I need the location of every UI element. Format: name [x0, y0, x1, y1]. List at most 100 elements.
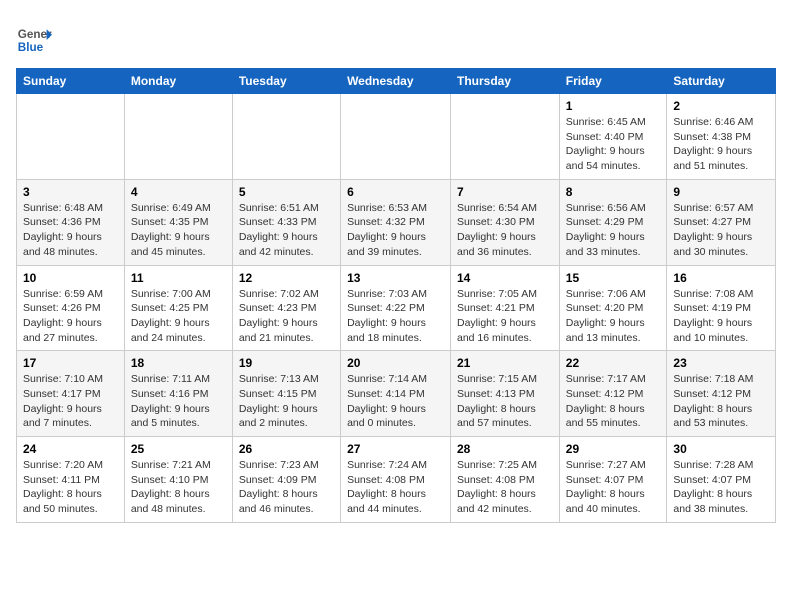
day-info: Sunrise: 6:45 AMSunset: 4:40 PMDaylight:… [566, 115, 661, 174]
calendar-cell: 11 Sunrise: 7:00 AMSunset: 4:25 PMDayligh… [124, 265, 232, 351]
day-number: 19 [239, 356, 334, 370]
calendar-cell: 27 Sunrise: 7:24 AMSunset: 4:08 PMDayligh… [341, 437, 451, 523]
calendar-cell: 13 Sunrise: 7:03 AMSunset: 4:22 PMDayligh… [341, 265, 451, 351]
day-number: 20 [347, 356, 444, 370]
day-number: 17 [23, 356, 118, 370]
day-info: Sunrise: 7:10 AMSunset: 4:17 PMDaylight:… [23, 372, 118, 431]
calendar-cell: 22 Sunrise: 7:17 AMSunset: 4:12 PMDayligh… [559, 351, 667, 437]
day-number: 2 [673, 99, 769, 113]
day-info: Sunrise: 7:24 AMSunset: 4:08 PMDaylight:… [347, 458, 444, 517]
weekday-header: Tuesday [232, 69, 340, 94]
day-info: Sunrise: 6:48 AMSunset: 4:36 PMDaylight:… [23, 201, 118, 260]
calendar-cell: 5 Sunrise: 6:51 AMSunset: 4:33 PMDaylight… [232, 179, 340, 265]
calendar-cell: 1Sunrise: 6:45 AMSunset: 4:40 PMDaylight… [559, 94, 667, 180]
calendar-cell: 6 Sunrise: 6:53 AMSunset: 4:32 PMDaylight… [341, 179, 451, 265]
day-number: 9 [673, 185, 769, 199]
calendar-cell: 7 Sunrise: 6:54 AMSunset: 4:30 PMDaylight… [451, 179, 560, 265]
logo: General Blue [16, 22, 52, 58]
day-info: Sunrise: 6:57 AMSunset: 4:27 PMDaylight:… [673, 201, 769, 260]
calendar-cell [341, 94, 451, 180]
day-number: 10 [23, 271, 118, 285]
calendar-cell: 15 Sunrise: 7:06 AMSunset: 4:20 PMDayligh… [559, 265, 667, 351]
day-info: Sunrise: 7:06 AMSunset: 4:20 PMDaylight:… [566, 287, 661, 346]
calendar-cell: 10 Sunrise: 6:59 AMSunset: 4:26 PMDayligh… [17, 265, 125, 351]
day-info: Sunrise: 7:25 AMSunset: 4:08 PMDaylight:… [457, 458, 553, 517]
day-info: Sunrise: 7:23 AMSunset: 4:09 PMDaylight:… [239, 458, 334, 517]
day-info: Sunrise: 7:03 AMSunset: 4:22 PMDaylight:… [347, 287, 444, 346]
day-number: 6 [347, 185, 444, 199]
day-info: Sunrise: 7:05 AMSunset: 4:21 PMDaylight:… [457, 287, 553, 346]
day-info: Sunrise: 6:59 AMSunset: 4:26 PMDaylight:… [23, 287, 118, 346]
calendar-cell: 14Sunrise: 7:05 AMSunset: 4:21 PMDayligh… [451, 265, 560, 351]
day-number: 28 [457, 442, 553, 456]
svg-text:Blue: Blue [18, 41, 44, 54]
day-info: Sunrise: 7:15 AMSunset: 4:13 PMDaylight:… [457, 372, 553, 431]
day-info: Sunrise: 6:53 AMSunset: 4:32 PMDaylight:… [347, 201, 444, 260]
day-info: Sunrise: 7:11 AMSunset: 4:16 PMDaylight:… [131, 372, 226, 431]
calendar-cell: 8Sunrise: 6:56 AMSunset: 4:29 PMDaylight… [559, 179, 667, 265]
calendar-week-row: 10 Sunrise: 6:59 AMSunset: 4:26 PMDayligh… [17, 265, 776, 351]
day-info: Sunrise: 7:21 AMSunset: 4:10 PMDaylight:… [131, 458, 226, 517]
page-header: General Blue [16, 16, 776, 58]
day-number: 22 [566, 356, 661, 370]
day-number: 25 [131, 442, 226, 456]
day-info: Sunrise: 7:00 AMSunset: 4:25 PMDaylight:… [131, 287, 226, 346]
weekday-header: Friday [559, 69, 667, 94]
weekday-header: Thursday [451, 69, 560, 94]
day-info: Sunrise: 7:17 AMSunset: 4:12 PMDaylight:… [566, 372, 661, 431]
day-info: Sunrise: 7:28 AMSunset: 4:07 PMDaylight:… [673, 458, 769, 517]
day-number: 27 [347, 442, 444, 456]
day-number: 5 [239, 185, 334, 199]
day-number: 29 [566, 442, 661, 456]
weekday-header: Wednesday [341, 69, 451, 94]
calendar-cell: 12 Sunrise: 7:02 AMSunset: 4:23 PMDayligh… [232, 265, 340, 351]
day-number: 8 [566, 185, 661, 199]
calendar-cell: 29 Sunrise: 7:27 AMSunset: 4:07 PMDayligh… [559, 437, 667, 523]
day-number: 21 [457, 356, 553, 370]
day-info: Sunrise: 7:02 AMSunset: 4:23 PMDaylight:… [239, 287, 334, 346]
day-number: 12 [239, 271, 334, 285]
calendar-cell: 17 Sunrise: 7:10 AMSunset: 4:17 PMDayligh… [17, 351, 125, 437]
calendar-cell: 23 Sunrise: 7:18 AMSunset: 4:12 PMDayligh… [667, 351, 776, 437]
calendar-week-row: 24 Sunrise: 7:20 AMSunset: 4:11 PMDayligh… [17, 437, 776, 523]
calendar-cell: 30 Sunrise: 7:28 AMSunset: 4:07 PMDayligh… [667, 437, 776, 523]
day-number: 4 [131, 185, 226, 199]
calendar-table: SundayMondayTuesdayWednesdayThursdayFrid… [16, 68, 776, 523]
calendar-cell: 16Sunrise: 7:08 AMSunset: 4:19 PMDayligh… [667, 265, 776, 351]
day-number: 7 [457, 185, 553, 199]
calendar-cell: 21 Sunrise: 7:15 AMSunset: 4:13 PMDayligh… [451, 351, 560, 437]
calendar-cell: 9 Sunrise: 6:57 AMSunset: 4:27 PMDaylight… [667, 179, 776, 265]
calendar-cell: 25 Sunrise: 7:21 AMSunset: 4:10 PMDayligh… [124, 437, 232, 523]
calendar-cell: 2 Sunrise: 6:46 AMSunset: 4:38 PMDaylight… [667, 94, 776, 180]
calendar-week-row: 17 Sunrise: 7:10 AMSunset: 4:17 PMDayligh… [17, 351, 776, 437]
day-info: Sunrise: 7:18 AMSunset: 4:12 PMDaylight:… [673, 372, 769, 431]
day-info: Sunrise: 6:51 AMSunset: 4:33 PMDaylight:… [239, 201, 334, 260]
day-number: 11 [131, 271, 226, 285]
calendar-cell [124, 94, 232, 180]
calendar-cell: 28 Sunrise: 7:25 AMSunset: 4:08 PMDayligh… [451, 437, 560, 523]
day-info: Sunrise: 7:27 AMSunset: 4:07 PMDaylight:… [566, 458, 661, 517]
weekday-header: Saturday [667, 69, 776, 94]
day-number: 26 [239, 442, 334, 456]
calendar-cell: 19 Sunrise: 7:13 AMSunset: 4:15 PMDayligh… [232, 351, 340, 437]
day-number: 30 [673, 442, 769, 456]
day-info: Sunrise: 7:14 AMSunset: 4:14 PMDaylight:… [347, 372, 444, 431]
day-info: Sunrise: 7:20 AMSunset: 4:11 PMDaylight:… [23, 458, 118, 517]
day-number: 24 [23, 442, 118, 456]
day-info: Sunrise: 6:54 AMSunset: 4:30 PMDaylight:… [457, 201, 553, 260]
day-number: 13 [347, 271, 444, 285]
day-number: 23 [673, 356, 769, 370]
calendar-cell: 26 Sunrise: 7:23 AMSunset: 4:09 PMDayligh… [232, 437, 340, 523]
calendar-cell: 3Sunrise: 6:48 AMSunset: 4:36 PMDaylight… [17, 179, 125, 265]
calendar-cell [17, 94, 125, 180]
calendar-cell: 4Sunrise: 6:49 AMSunset: 4:35 PMDaylight… [124, 179, 232, 265]
calendar-cell [232, 94, 340, 180]
logo-icon: General Blue [16, 22, 52, 58]
day-info: Sunrise: 7:08 AMSunset: 4:19 PMDaylight:… [673, 287, 769, 346]
day-number: 15 [566, 271, 661, 285]
calendar-week-row: 1Sunrise: 6:45 AMSunset: 4:40 PMDaylight… [17, 94, 776, 180]
day-info: Sunrise: 7:13 AMSunset: 4:15 PMDaylight:… [239, 372, 334, 431]
calendar-cell: 20 Sunrise: 7:14 AMSunset: 4:14 PMDayligh… [341, 351, 451, 437]
day-info: Sunrise: 6:46 AMSunset: 4:38 PMDaylight:… [673, 115, 769, 174]
weekday-header: Sunday [17, 69, 125, 94]
